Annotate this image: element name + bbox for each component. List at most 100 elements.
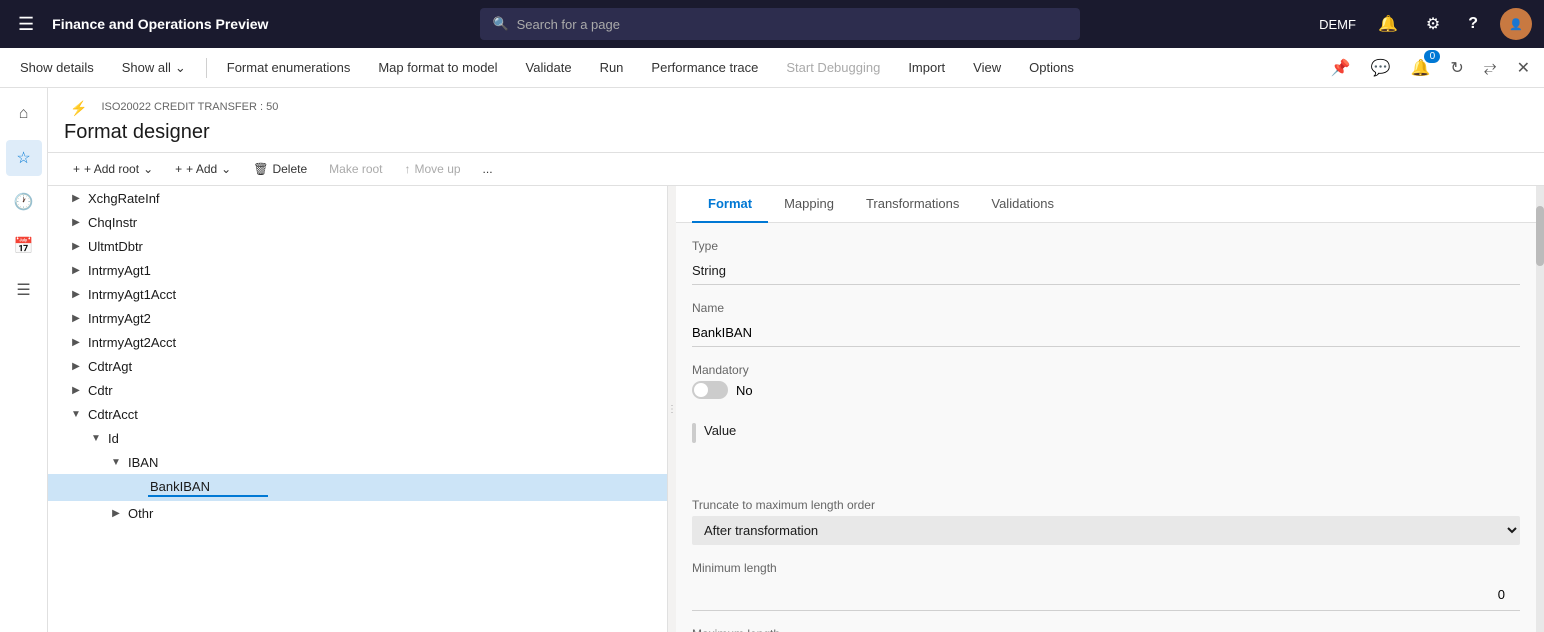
show-all-button[interactable]: Show all ⌄ xyxy=(110,54,198,82)
refresh-icon[interactable]: ↻ xyxy=(1444,54,1469,82)
expand-xchgrateinf-icon[interactable]: ▶ xyxy=(68,190,84,206)
expand-intrmyagt1-icon[interactable]: ▶ xyxy=(68,262,84,278)
right-scrollbar[interactable] xyxy=(1536,186,1544,632)
expand-intrmyagt2acct-icon[interactable]: ▶ xyxy=(68,334,84,350)
max-length-label: Maximum length xyxy=(692,627,1520,632)
sidebar-star-icon[interactable]: ☆ xyxy=(6,140,42,176)
name-input[interactable] xyxy=(692,325,1520,340)
prop-truncate: Truncate to maximum length order After t… xyxy=(692,498,1520,545)
add-root-button[interactable]: + + Add root ⌄ xyxy=(64,157,162,181)
tree-item-intrmyagt1acct[interactable]: ▶ IntrmyAgt1Acct xyxy=(48,282,667,306)
expand-intrmyagt2-icon[interactable]: ▶ xyxy=(68,310,84,326)
more-button[interactable]: ... xyxy=(474,157,502,181)
import-button[interactable]: Import xyxy=(896,54,957,81)
split-drag-handle[interactable]: ⋮ xyxy=(668,186,676,632)
delete-icon: 🗑 xyxy=(253,162,268,176)
help-icon[interactable]: ? xyxy=(1462,11,1484,37)
tree-item-iban[interactable]: ▼ IBAN xyxy=(48,450,667,474)
split-layout: ▶ XchgRateInf ▶ ChqInstr ▶ UltmtDbtr ▶ I… xyxy=(48,186,1544,632)
format-enumerations-button[interactable]: Format enumerations xyxy=(215,54,363,81)
sidebar-clock-icon[interactable]: 🕐 xyxy=(6,184,42,220)
add-button[interactable]: + + Add ⌄ xyxy=(166,157,240,181)
notification-badge: 0 xyxy=(1424,50,1440,63)
mandatory-toggle-row: No xyxy=(692,381,1520,399)
prop-mandatory: Mandatory No xyxy=(692,363,1520,399)
filter-icon[interactable]: ⚡ xyxy=(64,96,93,121)
truncate-select[interactable]: After transformation xyxy=(692,516,1520,545)
show-details-button[interactable]: Show details xyxy=(8,54,106,81)
page-header: ⚡ ISO20022 CREDIT TRANSFER : 50 Format d… xyxy=(48,88,1544,153)
map-format-to-model-button[interactable]: Map format to model xyxy=(366,54,509,81)
tree-item-cdtr[interactable]: ▶ Cdtr xyxy=(48,378,667,402)
section-drag-handle[interactable] xyxy=(692,423,696,443)
prop-type: Type String xyxy=(692,239,1520,285)
avatar[interactable]: 👤 xyxy=(1500,8,1532,40)
bell-icon[interactable]: 🔔 xyxy=(1372,10,1404,38)
move-up-button[interactable]: ↑ Move up xyxy=(396,157,470,181)
make-root-button[interactable]: Make root xyxy=(320,157,391,181)
tree-item-cdtracct[interactable]: ▼ CdtrAcct xyxy=(48,402,667,426)
bankiban-label-input[interactable] xyxy=(148,478,268,497)
chat-icon[interactable]: 💬 xyxy=(1365,54,1397,82)
username-label: DEMF xyxy=(1319,17,1356,32)
plus-icon: + xyxy=(73,162,80,176)
min-length-label: Minimum length xyxy=(692,561,1520,575)
mandatory-value: No xyxy=(736,383,753,398)
expand-intrmyagt1acct-icon[interactable]: ▶ xyxy=(68,286,84,302)
expand-ultmtdbtr-icon[interactable]: ▶ xyxy=(68,238,84,254)
validate-button[interactable]: Validate xyxy=(514,54,584,81)
app-name: Finance and Operations Preview xyxy=(52,16,268,32)
value-section-divider: Value xyxy=(692,415,1520,450)
sidebar-home-icon[interactable]: ⌂ xyxy=(6,96,42,132)
min-length-input[interactable] xyxy=(692,583,1520,606)
properties-content: Type String Name Mandatory xyxy=(676,223,1536,632)
sidebar-calendar-icon[interactable]: 📅 xyxy=(6,228,42,264)
tree-panel: ▶ XchgRateInf ▶ ChqInstr ▶ UltmtDbtr ▶ I… xyxy=(48,186,668,632)
name-value[interactable] xyxy=(692,319,1520,347)
pin-icon[interactable]: 📌 xyxy=(1325,54,1357,82)
expand-iban-icon[interactable]: ▼ xyxy=(108,454,124,470)
add-plus-icon: + xyxy=(175,162,182,176)
view-button[interactable]: View xyxy=(961,54,1013,81)
expand-cdtracct-icon[interactable]: ▼ xyxy=(68,406,84,422)
tree-item-ultmtdbtr[interactable]: ▶ UltmtDbtr xyxy=(48,234,667,258)
tab-transformations[interactable]: Transformations xyxy=(850,186,975,223)
notification-btn[interactable]: 🔔 0 xyxy=(1404,54,1436,82)
tree-item-chqinstr[interactable]: ▶ ChqInstr xyxy=(48,210,667,234)
toolbar-right: 📌 💬 🔔 0 ↻ ⥂ ✕ xyxy=(1325,54,1536,82)
tab-validations[interactable]: Validations xyxy=(975,186,1070,223)
scrollbar-thumb[interactable] xyxy=(1536,206,1544,266)
expand-id-icon[interactable]: ▼ xyxy=(88,430,104,446)
search-input[interactable] xyxy=(517,17,1069,32)
tree-item-xchgrateinf[interactable]: ▶ XchgRateInf xyxy=(48,186,667,210)
tree-item-cdtragt[interactable]: ▶ CdtrAgt xyxy=(48,354,667,378)
options-button[interactable]: Options xyxy=(1017,54,1086,81)
gear-icon[interactable]: ⚙ xyxy=(1420,10,1446,38)
close-icon[interactable]: ✕ xyxy=(1511,54,1536,82)
tab-mapping[interactable]: Mapping xyxy=(768,186,850,223)
hamburger-menu-icon[interactable]: ☰ xyxy=(12,10,40,39)
tree-item-intrmyagt2[interactable]: ▶ IntrmyAgt2 xyxy=(48,306,667,330)
delete-button[interactable]: 🗑 Delete xyxy=(244,157,316,181)
tree-item-intrmyagt1[interactable]: ▶ IntrmyAgt1 xyxy=(48,258,667,282)
expand-cdtr-icon[interactable]: ▶ xyxy=(68,382,84,398)
tree-item-intrmyagt2acct[interactable]: ▶ IntrmyAgt2Acct xyxy=(48,330,667,354)
mandatory-toggle[interactable] xyxy=(692,381,728,399)
min-length-value xyxy=(692,579,1520,611)
tree-item-othr[interactable]: ▶ Othr xyxy=(48,501,667,525)
tab-format[interactable]: Format xyxy=(692,186,768,223)
expand-cdtragt-icon[interactable]: ▶ xyxy=(68,358,84,374)
performance-trace-button[interactable]: Performance trace xyxy=(639,54,770,81)
start-debugging-button[interactable]: Start Debugging xyxy=(774,54,892,81)
tree-item-bankiban[interactable]: ▶ xyxy=(48,474,667,501)
sidebar-list-icon[interactable]: ☰ xyxy=(6,272,42,308)
type-value: String xyxy=(692,257,1520,285)
top-nav-right: DEMF 🔔 ⚙ ? 👤 xyxy=(1319,8,1532,40)
search-box: 🔍 xyxy=(480,8,1080,40)
run-button[interactable]: Run xyxy=(588,54,636,81)
expand-chqinstr-icon[interactable]: ▶ xyxy=(68,214,84,230)
tree-item-id[interactable]: ▼ Id xyxy=(48,426,667,450)
properties-panel: Format Mapping Transformations Validatio… xyxy=(676,186,1536,632)
expand-othr-icon[interactable]: ▶ xyxy=(108,505,124,521)
expand-icon[interactable]: ⥂ xyxy=(1478,55,1503,81)
